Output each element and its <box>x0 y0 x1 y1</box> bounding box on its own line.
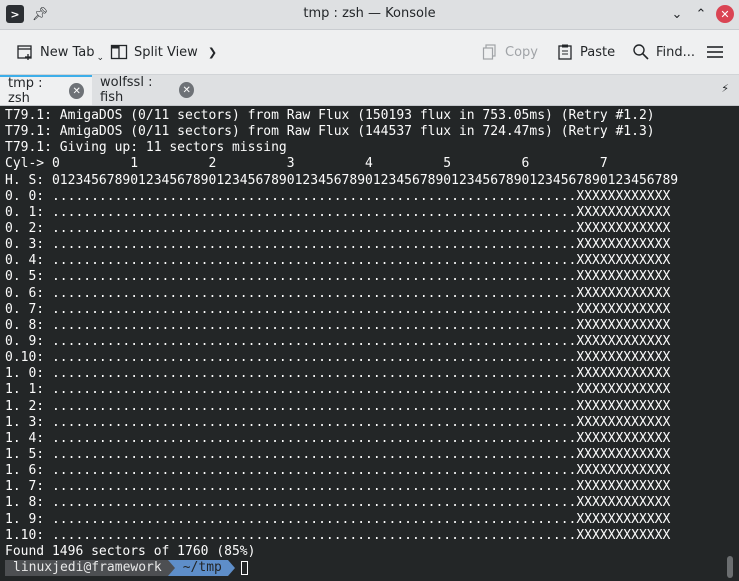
terminal-line: Cyl-> 0 1 2 3 4 5 6 7 <box>5 156 608 172</box>
new-tab-label: New Tab <box>40 44 95 60</box>
text-cursor <box>240 561 248 576</box>
new-tab-button[interactable]: New Tab ⌄ <box>16 40 104 64</box>
tab-bar: tmp : zsh ✕ wolfssl : fish ✕ ⚡︎ <box>0 75 739 106</box>
find-button[interactable]: Find... <box>632 40 695 64</box>
split-view-label: Split View <box>134 44 198 60</box>
copy-icon <box>481 43 499 61</box>
terminal-view[interactable]: T79.1: AmigaDOS (0/11 sectors) from Raw … <box>0 106 739 581</box>
window-title: tmp : zsh — Konsole <box>303 6 436 21</box>
terminal-line: 0. 4: ..................................… <box>5 253 671 269</box>
terminal-line: 0. 6: ..................................… <box>5 285 671 301</box>
hamburger-menu-icon[interactable] <box>706 40 724 64</box>
prompt-separator <box>227 560 235 577</box>
terminal-line: T79.1: Giving up: 11 sectors missing <box>5 140 287 156</box>
close-icon[interactable]: ✕ <box>179 82 194 98</box>
terminal-line: T79.1: AmigaDOS (0/11 sectors) from Raw … <box>5 108 655 123</box>
terminal-line: T79.1: AmigaDOS (0/11 sectors) from Raw … <box>5 124 655 140</box>
prompt-user: linuxjedi@framework <box>5 560 168 577</box>
terminal-line: 1. 2: ..................................… <box>5 398 671 414</box>
tab-tmp-zsh[interactable]: tmp : zsh ✕ <box>0 75 92 106</box>
close-icon[interactable]: ✕ <box>69 83 84 99</box>
terminal-line: 1. 7: ..................................… <box>5 479 671 495</box>
paste-button[interactable]: Paste <box>556 40 615 64</box>
terminal-line: 1. 3: ..................................… <box>5 414 671 430</box>
new-tab-icon <box>16 43 34 61</box>
terminal-line: Found 1496 sectors of 1760 (85%) <box>5 543 256 559</box>
copy-label: Copy <box>505 44 538 60</box>
split-view-button[interactable]: Split View ❯ <box>110 40 217 64</box>
maximize-button[interactable]: ⌃ <box>692 5 710 23</box>
terminal-line: 1. 6: ..................................… <box>5 463 671 479</box>
prompt-separator <box>167 560 175 577</box>
find-label: Find... <box>656 44 696 60</box>
terminal-line: 0. 1: ..................................… <box>5 204 671 220</box>
terminal-line: 0. 5: ..................................… <box>5 269 671 285</box>
terminal-line: 1. 9: ..................................… <box>5 511 671 527</box>
copy-button[interactable]: Copy <box>481 40 538 64</box>
tab-bar-menu-icon[interactable]: ⚡︎ <box>721 82 729 95</box>
terminal-line: 1.10: ..................................… <box>5 527 671 543</box>
title-bar: > 📌︎ tmp : zsh — Konsole ⌄ ⌃ ✕ <box>0 0 739 30</box>
tab-wolfssl-fish[interactable]: wolfssl : fish ✕ <box>92 75 202 105</box>
scrollbar[interactable] <box>727 556 733 578</box>
shell-prompt[interactable]: linuxjedi@framework ~/tmp <box>5 560 678 577</box>
terminal-line: 1. 8: ..................................… <box>5 495 671 511</box>
terminal-line: 0.10: ..................................… <box>5 350 671 366</box>
close-button[interactable]: ✕ <box>716 5 734 23</box>
terminal-line: 1. 1: ..................................… <box>5 382 671 398</box>
terminal-line: H. S: 0123456789012345678901234567890123… <box>5 172 679 188</box>
paste-icon <box>556 43 574 61</box>
terminal-line: 0. 7: ..................................… <box>5 301 671 317</box>
new-tab-dropdown-icon[interactable]: ⌄ <box>97 53 105 63</box>
terminal-line: 0. 2: ..................................… <box>5 220 671 236</box>
toolbar: New Tab ⌄ Split View ❯ Copy Paste Find..… <box>0 30 739 75</box>
terminal-line: 1. 5: ..................................… <box>5 446 671 462</box>
terminal-output: T79.1: AmigaDOS (0/11 sectors) from Raw … <box>5 108 678 577</box>
terminal-line: 1. 4: ..................................… <box>5 430 671 446</box>
terminal-line: 0. 3: ..................................… <box>5 237 671 253</box>
terminal-line: 1. 0: ..................................… <box>5 366 671 382</box>
terminal-line: 0. 8: ..................................… <box>5 317 671 333</box>
search-icon <box>632 43 650 61</box>
paste-label: Paste <box>580 44 616 60</box>
prompt-directory: ~/tmp <box>174 560 228 577</box>
minimize-button[interactable]: ⌄ <box>668 5 686 23</box>
chevron-down-icon[interactable]: ❯ <box>208 46 217 59</box>
tab-label: tmp : zsh <box>8 76 43 106</box>
split-view-icon <box>110 43 128 61</box>
terminal-line: 0. 0: ..................................… <box>5 188 671 204</box>
terminal-line: 0. 9: ..................................… <box>5 333 671 349</box>
tab-label: wolfssl : fish <box>100 75 153 105</box>
